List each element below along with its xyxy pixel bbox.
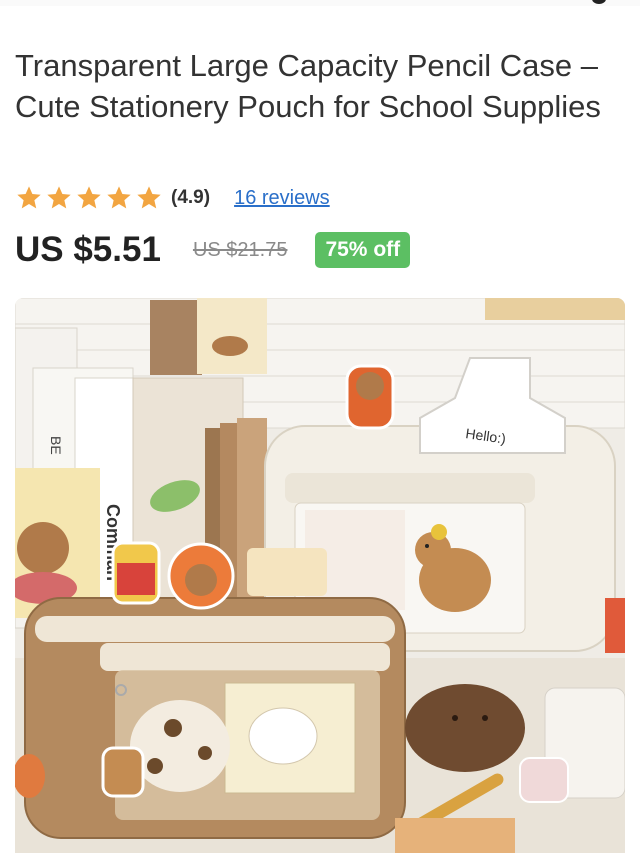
product-title: Transparent Large Capacity Pencil Case –… (15, 48, 601, 124)
star-icon (47, 186, 71, 209)
star-icon (77, 186, 101, 209)
reviews-link[interactable]: 16 reviews (234, 187, 330, 210)
status-strip (0, 0, 640, 6)
rating-row: (4.9) 16 reviews (15, 181, 330, 215)
product-image[interactable]: Comman BE Hello:) (15, 298, 625, 853)
notch-icon (592, 0, 606, 4)
star-icon (17, 186, 41, 209)
original-price: US $21.75 (192, 238, 288, 261)
current-price: US $5.51 (15, 230, 161, 269)
discount-badge: 75% off (315, 232, 411, 268)
product-photo: Comman BE Hello:) (15, 298, 625, 853)
svg-text:BE: BE (48, 436, 64, 455)
star-icon (107, 186, 131, 209)
star-rating (15, 184, 163, 212)
rating-value: (4.9) (171, 187, 211, 208)
price-row: US $5.51 US $21.75 75% off (15, 226, 411, 274)
star-icon (137, 186, 161, 209)
